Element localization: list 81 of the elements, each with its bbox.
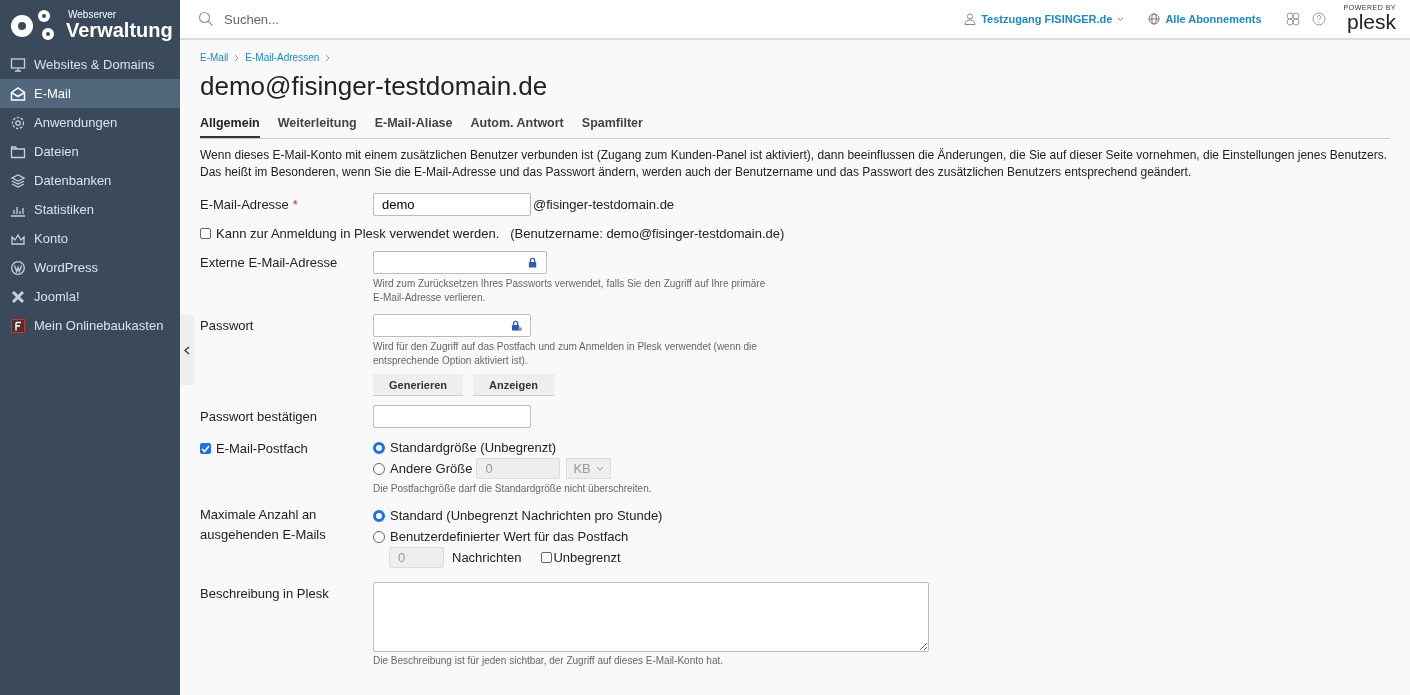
hint-text: Wird zum Zurücksetzen Ihres Passworts verwendet, falls Sie den Zugriff auf Ihre primäre E-Mail-Adresse verlieren. xyxy=(373,277,767,305)
chevron-right-icon xyxy=(234,53,240,62)
radio-label: Andere Größe xyxy=(390,461,473,476)
tab[interactable]: Spamfilter xyxy=(572,116,652,138)
sidebar-item[interactable]: Konto xyxy=(0,224,180,253)
chevron-right-icon xyxy=(325,53,331,62)
sidebar-item[interactable]: WordPress xyxy=(0,253,180,282)
help-icon xyxy=(1311,12,1326,26)
field-label: Externe E-Mail-Adresse xyxy=(200,255,338,270)
folder-icon xyxy=(10,143,26,160)
cluster-icon xyxy=(1285,12,1300,26)
checkbox-label: Unbegrenzt xyxy=(553,550,621,565)
layers-icon xyxy=(10,172,26,189)
logo-subtitle: Webserver xyxy=(68,10,118,20)
username-note: (Benutzername: demo@fisinger-testdomain.de) xyxy=(510,226,785,241)
search-field[interactable]: Suchen... xyxy=(198,10,965,28)
email-input[interactable]: demo xyxy=(373,193,531,216)
plesk-logo: plesk xyxy=(1346,11,1396,34)
sidebar-item[interactable]: Dateien xyxy=(0,137,180,166)
checkbox[interactable] xyxy=(541,552,553,563)
sidebar-item[interactable]: Datenbanken xyxy=(0,166,180,195)
action-button[interactable]: Anzeigen xyxy=(473,374,554,396)
logo-title: Verwaltung xyxy=(66,20,173,40)
extensions-button[interactable] xyxy=(1285,12,1300,26)
radio-button[interactable] xyxy=(373,462,385,475)
intro-text: Wenn dieses E-Mail-Konto mit einem zusätzlichen Benutzer verbunden ist (Zugang zum Kunden-Panel ist aktiviert), dann beeinflussen die Änderungen, die Sie auf dieser Seite vornehmen, die Einstellungen jenes Benutzers. Das heißt im Besonderen, wenn Sie die E-Mail-Adresse und das Passwort ändern, werden auch der Benutzername und das Passwort des zusätzlichen Benutzers entsprechend geändert. xyxy=(200,147,1389,181)
monitor-icon xyxy=(10,56,26,73)
field-label: Passwort xyxy=(200,318,254,333)
envelope-icon xyxy=(10,85,26,102)
lock-icon xyxy=(510,319,522,332)
builder-icon xyxy=(10,317,26,334)
page-title: demo@fisinger-testdomain.de xyxy=(200,71,549,102)
globe-icon xyxy=(1148,13,1161,25)
sidebar-item[interactable]: Anwendungen xyxy=(0,108,180,137)
chevron-left-icon xyxy=(184,345,190,355)
domain-suffix: @fisinger-testdomain.de xyxy=(533,197,675,212)
radio-button[interactable] xyxy=(373,441,385,454)
field-label: E-Mail-Postfach xyxy=(216,441,308,456)
checkbox-label: Kann zur Anmeldung in Plesk verwendet werden. xyxy=(216,226,500,241)
radio-label: Benutzerdefinierter Wert für das Postfach xyxy=(390,529,629,544)
sidebar-item[interactable]: Mein Onlinebaukasten xyxy=(0,311,180,340)
search-icon xyxy=(198,11,214,27)
field-label: Passwort bestätigen xyxy=(200,409,318,424)
hint-text: Wird für den Zugriff auf das Postfach und zum Anmelden in Plesk verwendet (wenn die entsprechende Option aktiviert ist). xyxy=(373,340,758,368)
radio-label: Standard (Unbegrenzt Nachrichten pro Stunde) xyxy=(390,508,663,523)
radio-button[interactable] xyxy=(373,509,385,522)
field-label: Maximale Anzahl an ausgehenden E-Mails xyxy=(200,507,326,542)
user-menu[interactable]: Testzugang FISINGER.de xyxy=(964,13,1125,25)
wordpress-icon xyxy=(10,259,26,276)
gear-icon xyxy=(10,114,26,131)
tab[interactable]: Allgemein xyxy=(200,116,260,138)
radio-button[interactable] xyxy=(373,530,385,543)
sidebar-item[interactable]: Websites & Domains xyxy=(0,50,180,79)
hint-text: Die Beschreibung ist für jeden sichtbar, der Zugriff auf dieses E-Mail-Konto hat. xyxy=(373,654,724,668)
required-mark: * xyxy=(292,197,298,212)
text-input[interactable] xyxy=(373,314,531,337)
user-icon xyxy=(964,13,977,25)
tab[interactable]: E-Mail-Aliase xyxy=(365,116,462,138)
sidebar-item[interactable]: E-Mail xyxy=(0,79,180,108)
search-input[interactable]: Suchen... xyxy=(222,10,402,28)
sidebar-item[interactable]: Joomla! xyxy=(0,282,180,311)
field-label: Beschreibung in Plesk xyxy=(200,586,329,601)
text-input[interactable] xyxy=(373,405,531,428)
joomla-icon xyxy=(10,288,26,305)
messages-label: Nachrichten xyxy=(452,550,522,565)
text-input[interactable] xyxy=(373,251,547,274)
subscriptions-link[interactable]: Alle Abonnements xyxy=(1148,13,1262,25)
radio-label: Standardgröße (Unbegrenzt) xyxy=(390,440,557,455)
chevron-down-icon xyxy=(596,466,605,471)
breadcrumb-link[interactable]: E-Mail-Adressen xyxy=(245,52,320,63)
chevron-down-icon xyxy=(1117,16,1125,22)
breadcrumb-link[interactable]: E-Mail xyxy=(200,52,229,63)
lock-icon xyxy=(526,256,538,269)
hint-text: Die Postfachgröße darf die Standardgröße nicht überschreiten. xyxy=(373,482,652,496)
tab[interactable]: Autom. Antwort xyxy=(461,116,573,138)
sidebar-item[interactable]: Statistiken xyxy=(0,195,180,224)
tab[interactable]: Weiterleitung xyxy=(268,116,366,138)
action-button[interactable]: Generieren xyxy=(373,374,464,396)
checkbox[interactable] xyxy=(200,443,211,454)
field-label: E-Mail-Adresse xyxy=(200,197,289,212)
checkbox[interactable] xyxy=(200,228,211,239)
